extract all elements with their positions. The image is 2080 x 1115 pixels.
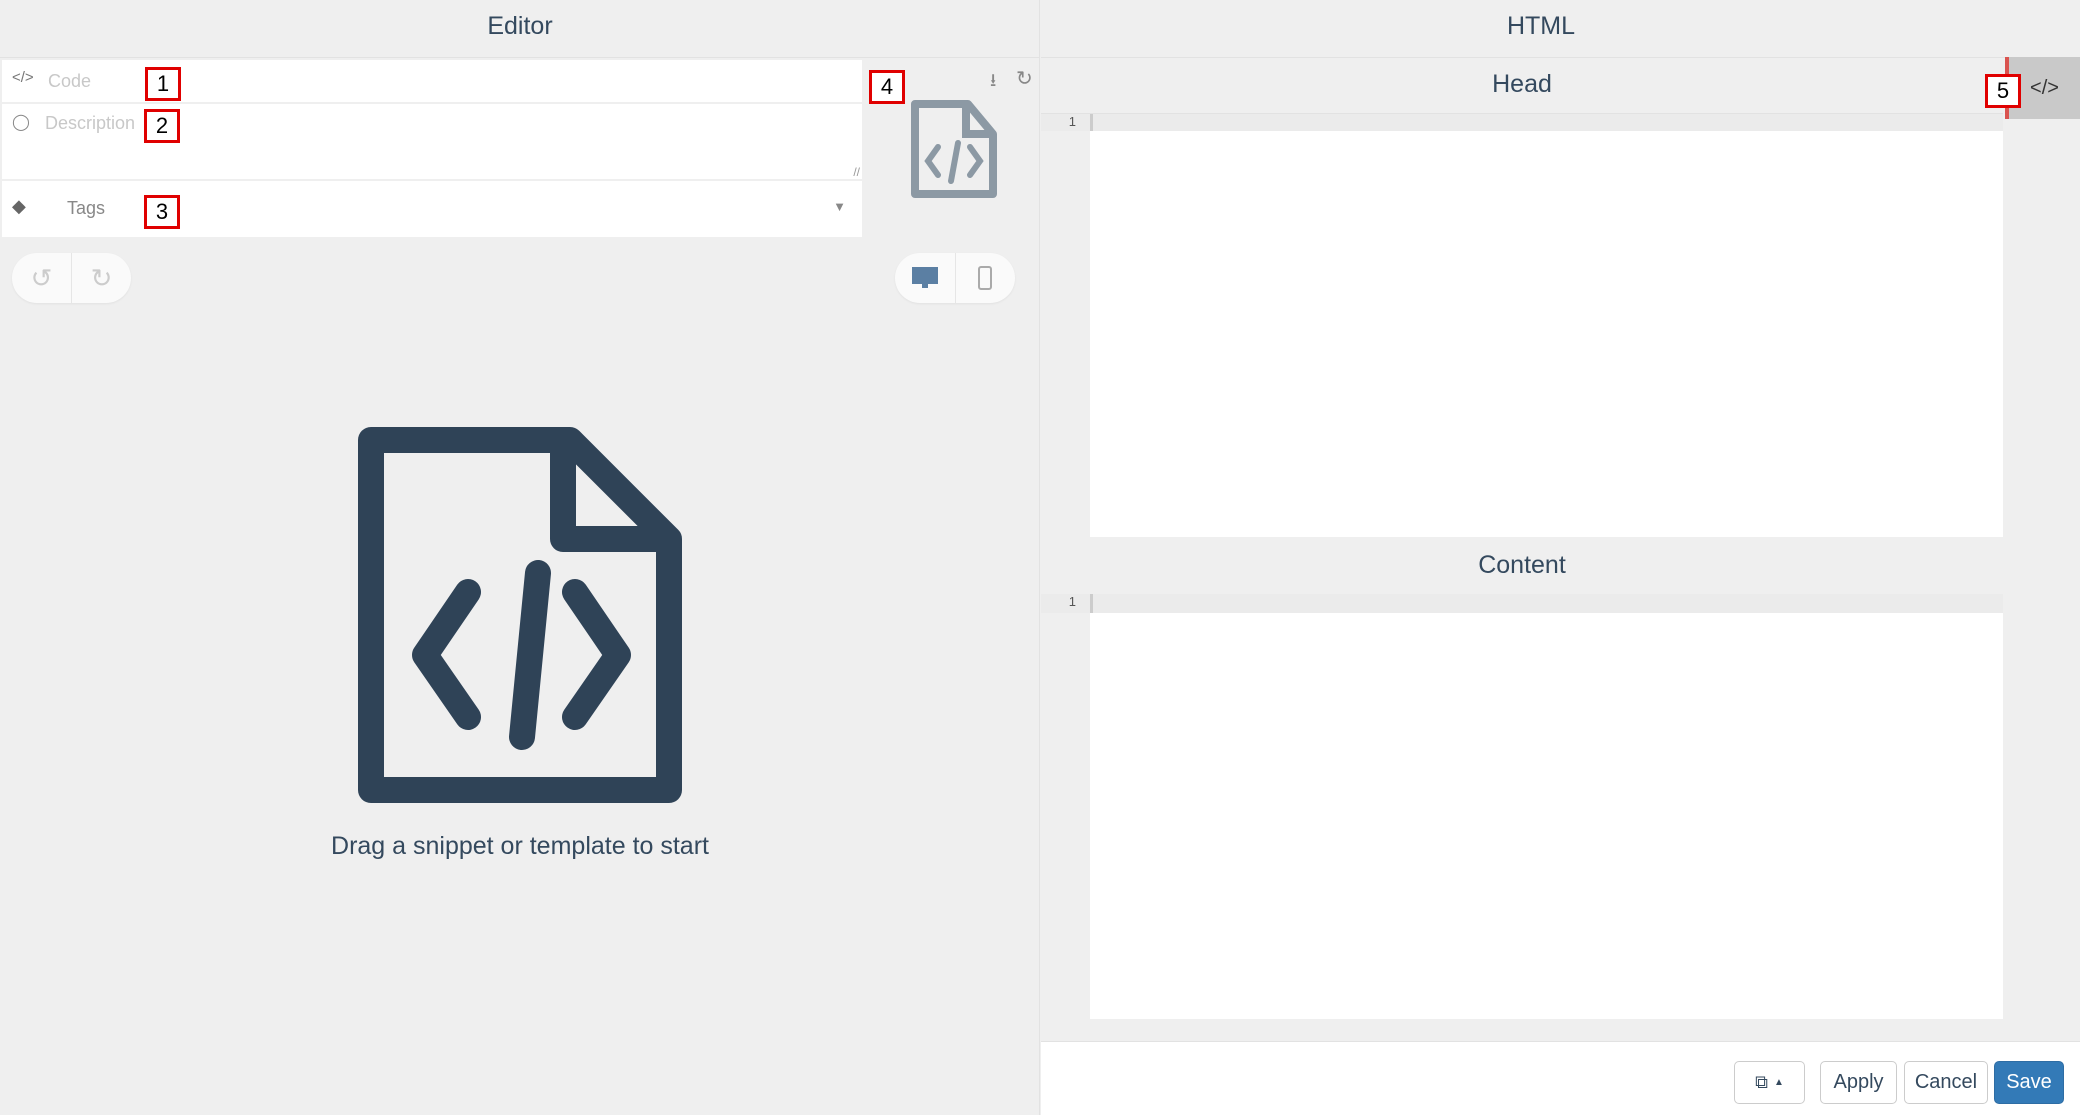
tags-placeholder: Tags xyxy=(67,198,106,218)
caret-up-icon: ▲ xyxy=(1773,1077,1784,1088)
chevron-down-icon[interactable]: ▼ xyxy=(833,199,846,214)
content-active-line[interactable] xyxy=(1090,594,2003,613)
empty-state-message: Drag a snippet or template to start xyxy=(331,832,709,860)
undo-button[interactable]: ↺ xyxy=(12,253,71,303)
redo-icon: ↻ xyxy=(90,262,113,293)
description-placeholder: Description xyxy=(45,113,136,133)
refresh-icon[interactable]: ↻ xyxy=(1016,66,1033,91)
mobile-view-button[interactable] xyxy=(954,253,1016,303)
description-textarea[interactable]: ◯ Description // xyxy=(2,104,862,179)
resize-handle[interactable]: // xyxy=(853,165,860,179)
redo-button[interactable]: ↻ xyxy=(71,253,131,303)
content-code-editor[interactable] xyxy=(1090,613,2003,1019)
content-title: Content xyxy=(1478,551,1566,579)
device-toggle xyxy=(895,253,1015,303)
content-line-number: 1 xyxy=(1041,594,1090,613)
copy-icon: ⧉ xyxy=(1755,1072,1768,1092)
annotation-marker-3: 3 xyxy=(144,195,180,229)
file-code-icon xyxy=(911,100,997,198)
editor-title: Editor xyxy=(487,12,553,40)
tags-select[interactable]: ◆ Tags ▼ xyxy=(2,181,862,237)
code-input[interactable]: </> Code xyxy=(2,60,862,102)
head-active-line[interactable] xyxy=(1090,114,2003,131)
annotation-marker-1: 1 xyxy=(145,67,181,101)
apply-button[interactable]: Apply xyxy=(1820,1061,1897,1104)
cancel-button[interactable]: Cancel xyxy=(1904,1061,1988,1104)
desktop-icon xyxy=(911,267,938,288)
head-code-editor[interactable] xyxy=(1090,131,2003,537)
empty-state-icon xyxy=(358,427,682,803)
annotation-marker-5: 5 xyxy=(1985,74,2021,108)
save-button[interactable]: Save xyxy=(1994,1061,2064,1104)
code-icon: </> xyxy=(12,69,34,86)
desktop-view-button[interactable] xyxy=(895,253,955,303)
comment-icon: ◯ xyxy=(12,114,30,131)
annotation-marker-4: 4 xyxy=(869,70,905,104)
thumbnail-image[interactable] xyxy=(910,99,998,199)
copy-menu-button[interactable]: ⧉ ▲ xyxy=(1734,1061,1805,1104)
file-code-icon xyxy=(358,427,682,803)
editor-panel: Editor </> Code ◯ Description // ◆ Tags … xyxy=(0,0,1040,1115)
upload-icon[interactable]: ⭳ xyxy=(990,68,996,98)
html-panel: HTML Head 1 </> Content 1 xyxy=(1041,0,2080,1115)
html-title: HTML xyxy=(1506,12,1576,40)
head-title: Head xyxy=(1492,70,1552,98)
mobile-icon xyxy=(978,266,993,290)
code-placeholder: Code xyxy=(48,71,92,91)
annotation-marker-2: 2 xyxy=(144,109,180,143)
history-controls: ↺ ↻ xyxy=(12,253,131,303)
code-icon: </> xyxy=(2030,76,2059,99)
undo-icon: ↺ xyxy=(30,262,53,293)
head-line-number: 1 xyxy=(1041,114,1090,131)
tags-icon: ◆ xyxy=(12,196,26,216)
